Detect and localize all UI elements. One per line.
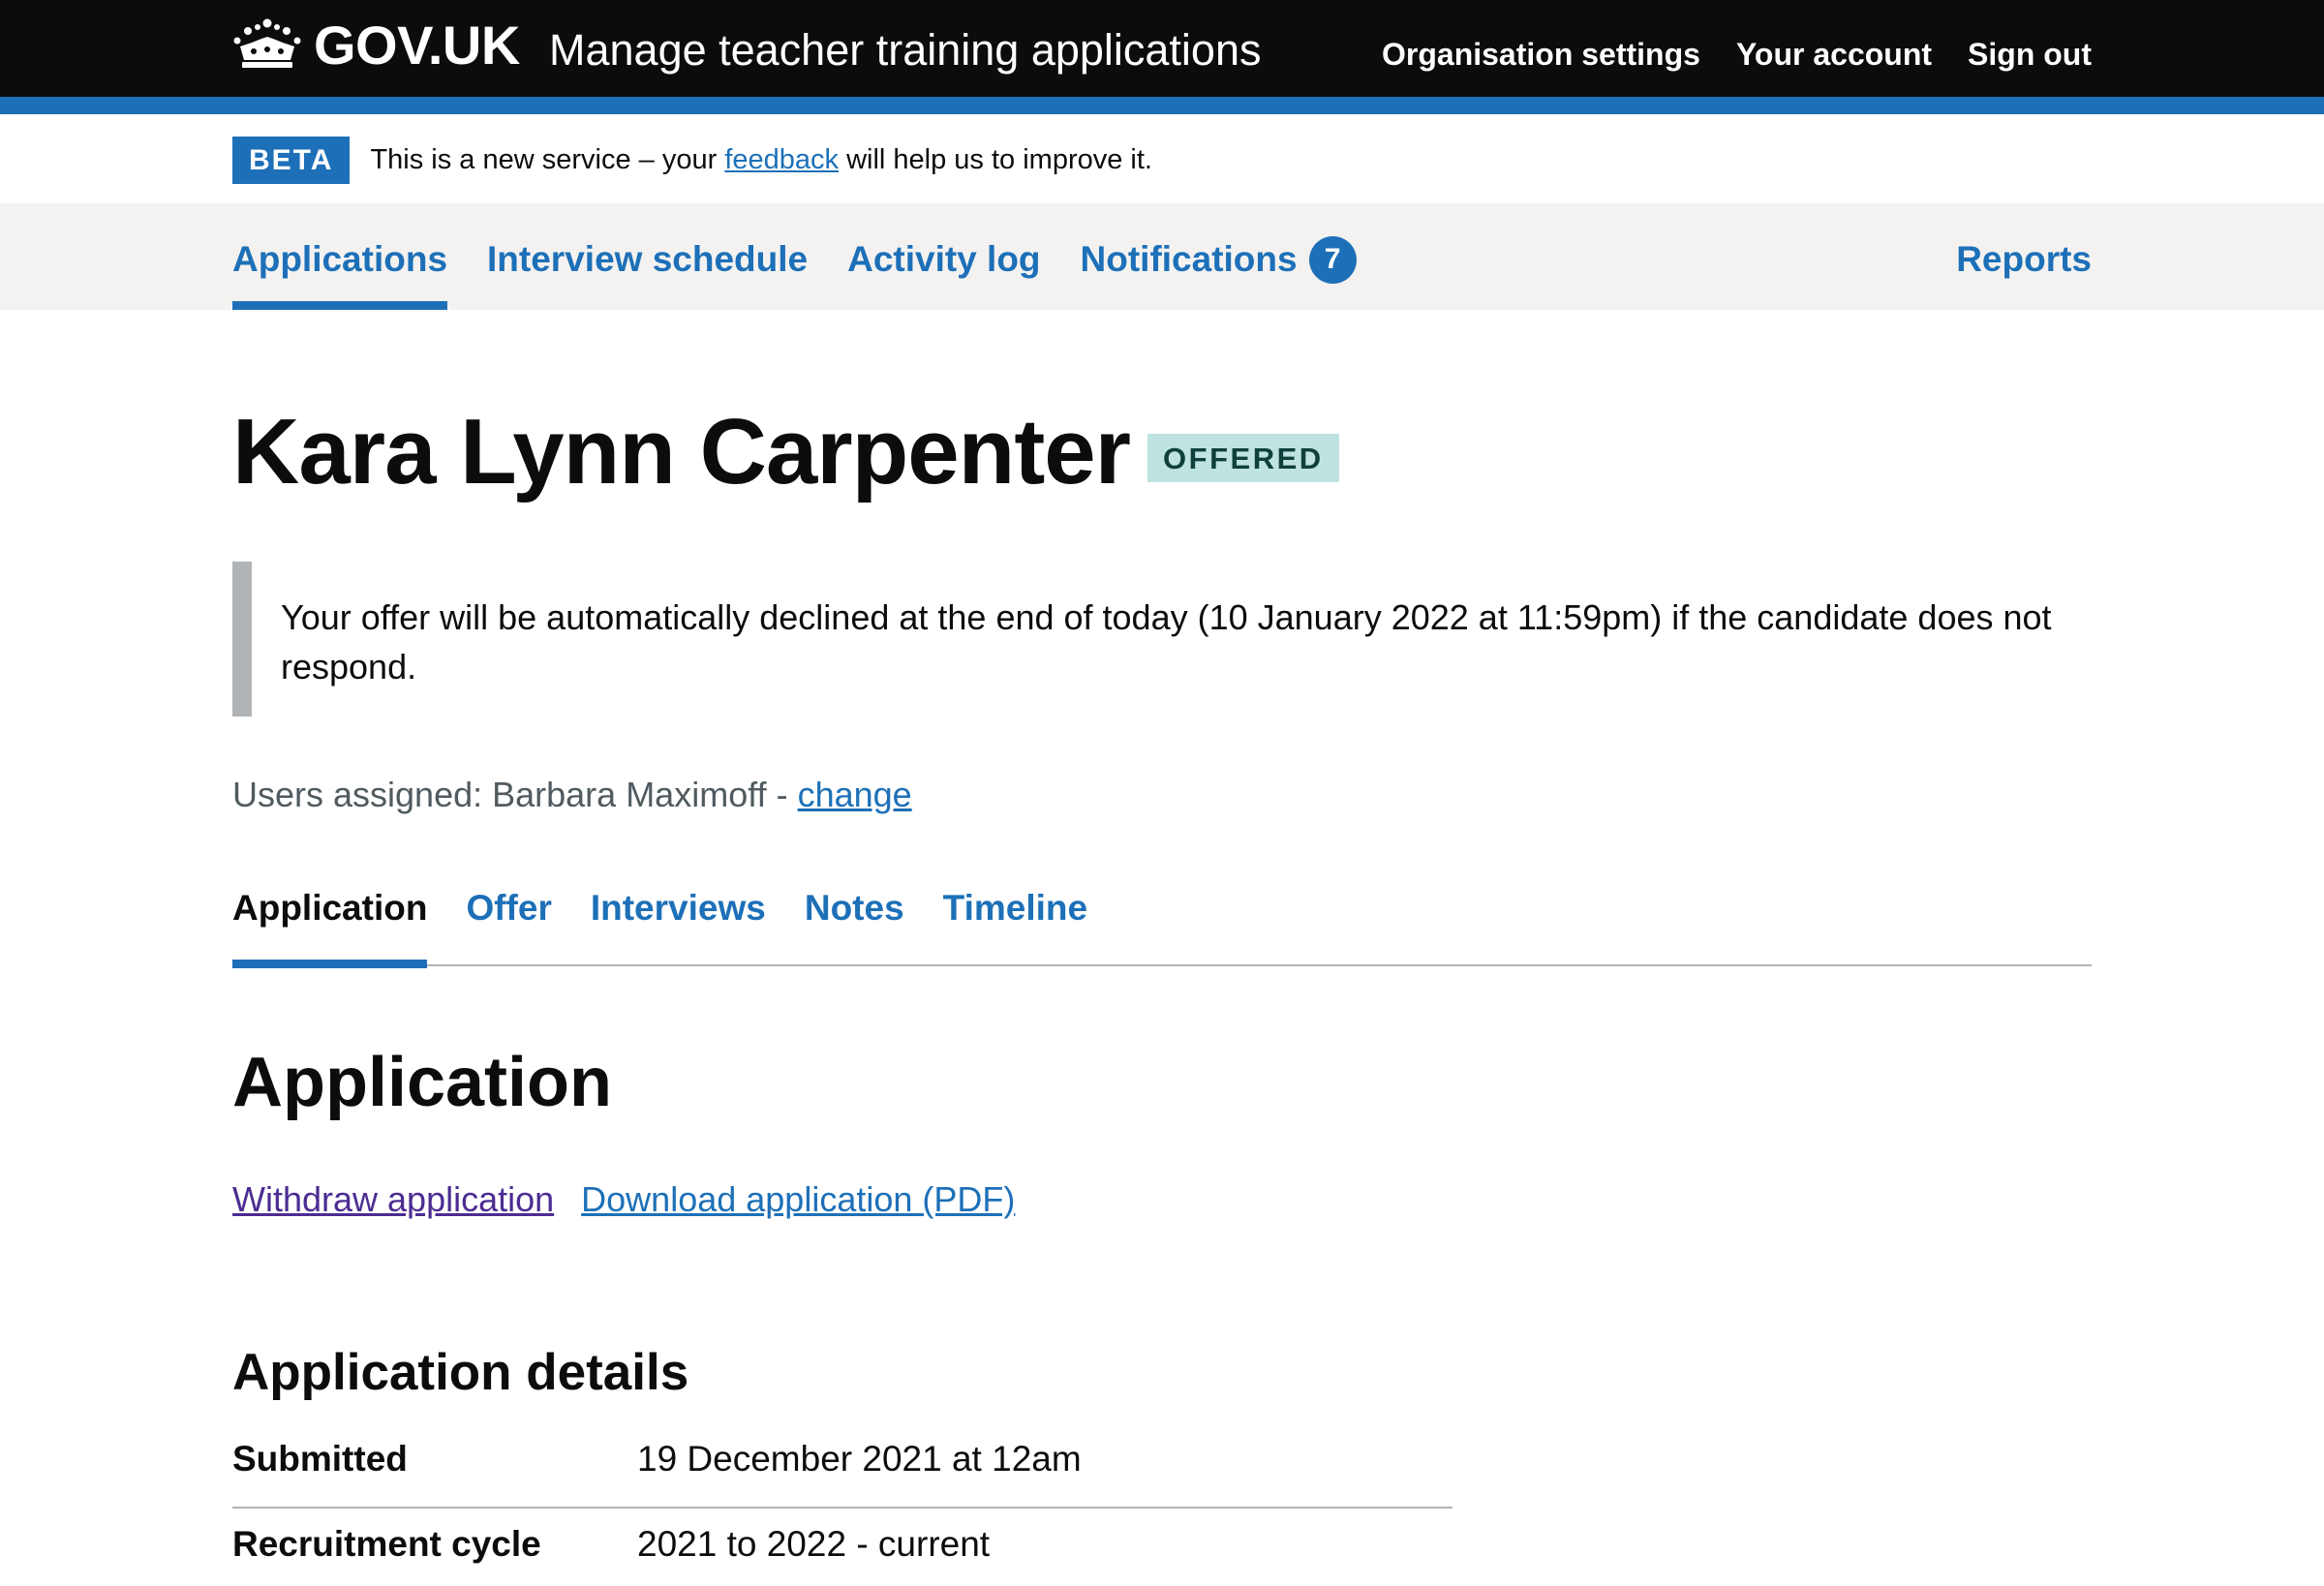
- tab-timeline[interactable]: Timeline: [943, 871, 1087, 966]
- nav-reports[interactable]: Reports: [1956, 239, 2092, 280]
- phase-banner: BETA This is a new service – your feedba…: [232, 136, 1152, 184]
- nav-activity-log[interactable]: Activity log: [847, 203, 1040, 310]
- your-account-link[interactable]: Your account: [1736, 37, 1932, 73]
- summary-value: 2021 to 2022 - current: [637, 1524, 991, 1564]
- change-assigned-users-link[interactable]: change: [798, 775, 912, 814]
- candidate-name-heading: Kara Lynn Carpenter: [232, 400, 1131, 503]
- service-name[interactable]: Manage teacher training applications: [549, 25, 1261, 76]
- offer-decline-inset-text: Your offer will be automatically decline…: [232, 562, 2092, 717]
- title-row: Kara Lynn Carpenter OFFERED: [232, 399, 1339, 505]
- sign-out-link[interactable]: Sign out: [1968, 37, 2092, 73]
- withdraw-application-link[interactable]: Withdraw application: [232, 1179, 554, 1220]
- primary-navigation: Applications Interview schedule Activity…: [0, 203, 2324, 310]
- summary-value: 19 December 2021 at 12am: [637, 1439, 1082, 1479]
- govuk-header: GOV.UK Manage teacher training applicati…: [0, 0, 2324, 97]
- application-actions: Withdraw application Download applicatio…: [232, 1179, 1015, 1220]
- govuk-logo-link[interactable]: GOV.UK: [232, 14, 520, 76]
- nav-applications[interactable]: Applications: [232, 203, 448, 310]
- primary-nav-list: Applications Interview schedule Activity…: [232, 203, 1357, 310]
- status-badge: OFFERED: [1147, 434, 1339, 482]
- organisation-settings-link[interactable]: Organisation settings: [1382, 37, 1700, 73]
- users-assigned-label: Users assigned: Barbara Maximoff -: [232, 775, 798, 814]
- download-application-pdf-link[interactable]: Download application (PDF): [581, 1179, 1015, 1220]
- summary-row-recruitment-cycle: Recruitment cycle 2021 to 2022 - current: [232, 1509, 1452, 1586]
- tab-offer[interactable]: Offer: [466, 871, 551, 966]
- header-blue-bar: [0, 97, 2324, 114]
- beta-tag: BETA: [232, 136, 351, 184]
- application-details-summary-list: Submitted 19 December 2021 at 12am Recru…: [232, 1431, 1452, 1586]
- nav-interview-schedule[interactable]: Interview schedule: [487, 203, 808, 310]
- application-details-heading: Application details: [232, 1344, 689, 1401]
- nav-notifications-label: Notifications: [1080, 239, 1298, 279]
- summary-key: Recruitment cycle: [232, 1524, 541, 1564]
- header-nav: Organisation settings Your account Sign …: [1382, 37, 2092, 73]
- primary-nav-right: Reports: [1956, 203, 2092, 310]
- crown-icon: [233, 18, 301, 68]
- govuk-logo-text: GOV.UK: [314, 14, 520, 76]
- phase-text-after: will help us to improve it.: [839, 143, 1152, 175]
- phase-text-before: This is a new service – your: [370, 143, 725, 175]
- tab-interviews[interactable]: Interviews: [591, 871, 766, 966]
- phase-banner-text: This is a new service – your feedback wi…: [370, 144, 1152, 176]
- application-section-heading: Application: [232, 1044, 612, 1121]
- tab-notes[interactable]: Notes: [805, 871, 904, 966]
- summary-row-submitted: Submitted 19 December 2021 at 12am: [232, 1431, 1452, 1509]
- application-sub-navigation: Application Offer Interviews Notes Timel…: [232, 871, 2092, 968]
- summary-key: Submitted: [232, 1439, 408, 1479]
- sub-nav-list: Application Offer Interviews Notes Timel…: [232, 871, 2092, 968]
- notification-count-badge: 7: [1308, 235, 1357, 284]
- tab-application[interactable]: Application: [232, 871, 428, 968]
- users-assigned: Users assigned: Barbara Maximoff - chang…: [232, 775, 912, 815]
- nav-notifications[interactable]: Notifications 7: [1081, 203, 1357, 310]
- feedback-link[interactable]: feedback: [724, 144, 839, 175]
